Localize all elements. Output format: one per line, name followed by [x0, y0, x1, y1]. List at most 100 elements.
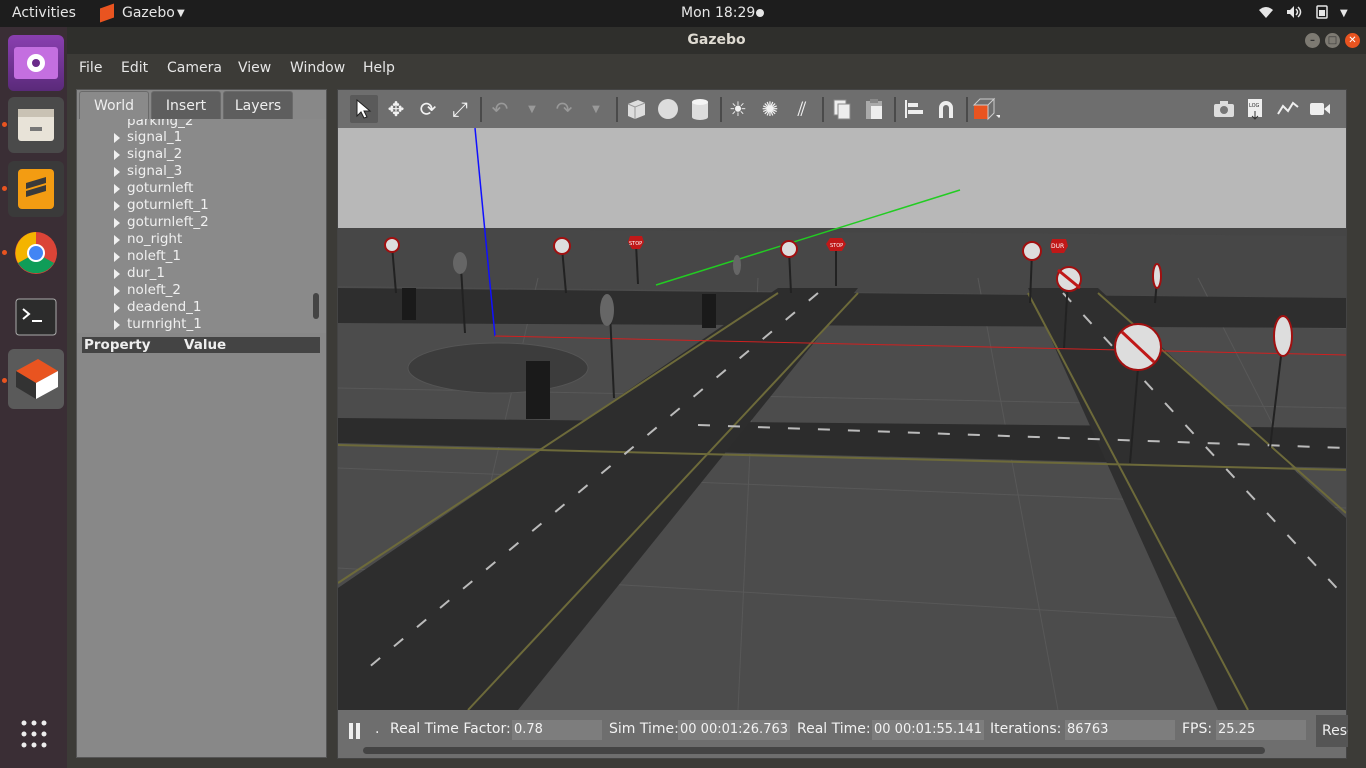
expand-arrow-icon[interactable] [114, 303, 120, 313]
gazebo-icon[interactable] [8, 349, 64, 409]
copy-icon[interactable] [828, 95, 856, 123]
menu-edit[interactable]: Edit [121, 60, 148, 76]
menu-bar: File Edit Camera View Window Help [67, 54, 1366, 83]
tree-item[interactable]: deadend_1 [127, 299, 202, 316]
expand-arrow-icon[interactable] [114, 320, 120, 330]
step-button[interactable]: . [375, 721, 379, 737]
battery-icon[interactable] [1315, 5, 1329, 23]
scale-mode-icon[interactable]: ⤢ [446, 95, 474, 123]
tree-item[interactable]: signal_1 [127, 129, 182, 146]
translate-mode-icon[interactable]: ✥ [382, 95, 410, 123]
directional-light-icon[interactable]: ⫽ [788, 95, 816, 123]
window-title: Gazebo [687, 32, 746, 48]
menu-camera[interactable]: Camera [167, 60, 222, 76]
menu-window[interactable]: Window [290, 60, 345, 76]
clock[interactable]: Mon 18:29 [681, 5, 755, 21]
fps-value: 25.25 [1216, 720, 1306, 740]
tree-item[interactable]: noleft_2 [127, 282, 181, 299]
expand-arrow-icon[interactable] [114, 269, 120, 279]
window-title-bar[interactable]: Gazebo – □ ✕ [67, 27, 1366, 54]
redo-icon[interactable]: ↷ [550, 95, 578, 123]
tree-item[interactable]: turnright_1 [127, 316, 202, 333]
video-record-icon[interactable] [1306, 95, 1334, 123]
tree-item[interactable]: noleft_1 [127, 248, 181, 265]
rtf-label: Real Time Factor: [390, 721, 511, 737]
3d-scene-viewport[interactable]: STOP STOP DUR [338, 128, 1346, 710]
undo-icon[interactable]: ↶ [486, 95, 514, 123]
paste-icon[interactable] [860, 95, 888, 123]
tab-world[interactable]: World [79, 91, 149, 119]
fps-label: FPS: [1182, 721, 1213, 737]
expand-arrow-icon[interactable] [114, 218, 120, 228]
redo-dropdown-icon[interactable]: ▼ [582, 95, 610, 123]
menu-view[interactable]: View [238, 60, 271, 76]
view-angle-icon[interactable] [972, 95, 1000, 123]
wifi-icon[interactable] [1258, 5, 1274, 23]
screenshot-camera-icon[interactable] [1210, 95, 1238, 123]
expand-arrow-icon[interactable] [114, 235, 120, 245]
tab-layers[interactable]: Layers [223, 91, 293, 119]
snap-magnet-icon[interactable] [932, 95, 960, 123]
maximize-button[interactable]: □ [1325, 33, 1340, 48]
point-light-icon[interactable]: ☀ [724, 95, 752, 123]
select-mode-icon[interactable] [350, 95, 378, 123]
tree-item[interactable]: dur_1 [127, 265, 165, 282]
log-icon[interactable]: LOG [1242, 95, 1270, 123]
expand-arrow-icon[interactable] [114, 201, 120, 211]
box-shape-icon[interactable] [622, 95, 650, 123]
expand-arrow-icon[interactable] [114, 252, 120, 262]
running-indicator [2, 378, 7, 383]
reset-time-button[interactable]: Reset [1316, 715, 1348, 747]
notification-dot [756, 9, 764, 17]
gazebo-app-icon [100, 3, 114, 23]
expand-arrow-icon[interactable] [114, 133, 120, 143]
system-menu-chevron-icon[interactable]: ▼ [1340, 8, 1348, 19]
app-menu[interactable]: Gazebo [122, 5, 175, 21]
tree-item[interactable]: goturnleft [127, 180, 193, 197]
plot-icon[interactable] [1274, 95, 1302, 123]
close-button[interactable]: ✕ [1345, 33, 1360, 48]
files-icon[interactable] [8, 97, 64, 153]
video-player-icon[interactable] [8, 35, 64, 91]
tree-item[interactable]: goturnleft_1 [127, 197, 209, 214]
tree-item[interactable]: no_right [127, 231, 182, 248]
expand-arrow-icon[interactable] [114, 184, 120, 194]
menu-file[interactable]: File [79, 60, 102, 76]
rotate-mode-icon[interactable]: ⟳ [414, 95, 442, 123]
expand-arrow-icon[interactable] [114, 286, 120, 296]
running-indicator [2, 250, 7, 255]
minimize-button[interactable]: – [1305, 33, 1320, 48]
sphere-shape-icon[interactable] [654, 95, 682, 123]
volume-icon[interactable] [1286, 5, 1302, 23]
scene-render: STOP STOP DUR [338, 128, 1346, 710]
model-tree[interactable]: parking_2 signal_1 signal_2 signal_3 got… [77, 119, 326, 333]
activities-button[interactable]: Activities [12, 5, 76, 21]
menu-help[interactable]: Help [363, 60, 395, 76]
svg-text:LOG: LOG [1249, 103, 1260, 109]
status-bar: . Real Time Factor: 0.78 Sim Time: 00 00… [338, 710, 1348, 758]
status-scrollbar[interactable] [363, 747, 1265, 754]
running-indicator [2, 186, 7, 191]
pause-icon-bar [356, 723, 360, 739]
undo-dropdown-icon[interactable]: ▼ [518, 95, 546, 123]
tree-item[interactable]: signal_3 [127, 163, 182, 180]
show-applications-icon[interactable] [8, 713, 64, 757]
rtf-value: 0.78 [512, 720, 602, 740]
pause-icon[interactable] [349, 723, 353, 739]
spot-light-icon[interactable]: ✺ [756, 95, 784, 123]
expand-arrow-icon[interactable] [114, 167, 120, 177]
iterations-value: 86763 [1065, 720, 1175, 740]
align-icon[interactable] [900, 95, 928, 123]
terminal-icon[interactable] [8, 289, 64, 345]
tree-item[interactable]: signal_2 [127, 146, 182, 163]
value-column-header: Value [184, 337, 227, 353]
chrome-icon[interactable] [8, 225, 64, 281]
expand-arrow-icon[interactable] [114, 150, 120, 160]
tab-insert[interactable]: Insert [151, 91, 221, 119]
tree-scrollbar[interactable] [313, 293, 319, 319]
sublime-text-icon[interactable] [8, 161, 64, 217]
tree-item[interactable]: goturnleft_2 [127, 214, 209, 231]
toolbar-separator [720, 97, 722, 122]
stop-sign-text: STOP [629, 241, 642, 247]
cylinder-shape-icon[interactable] [686, 95, 714, 123]
